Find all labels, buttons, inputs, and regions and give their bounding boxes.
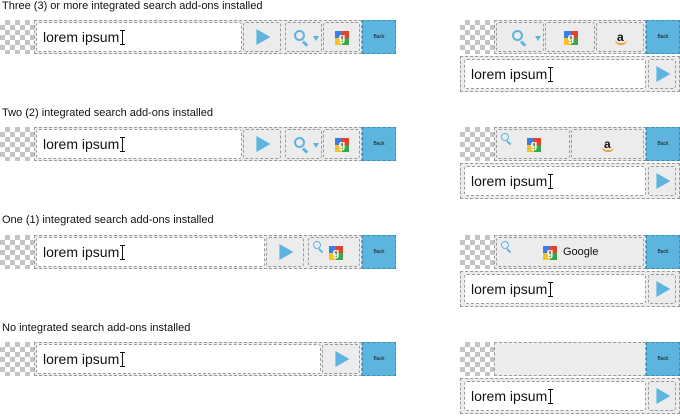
heading-two-addons: Two (2) integrated search add-ons instal… <box>2 107 213 119</box>
text-caret <box>548 67 554 82</box>
play-arrow-icon <box>279 244 294 260</box>
google-addon-button[interactable]: g <box>323 129 360 159</box>
transparent-area <box>0 20 34 54</box>
chevron-down-icon <box>313 36 319 41</box>
magnifier-icon <box>294 137 310 154</box>
go-button[interactable] <box>648 274 676 304</box>
magnifier-icon <box>501 241 512 254</box>
transparent-area <box>460 127 494 161</box>
search-input[interactable]: lorem ipsum <box>464 59 646 89</box>
google-addon-button[interactable]: g <box>496 129 570 159</box>
google-icon: g <box>335 31 349 45</box>
go-button[interactable] <box>243 22 281 52</box>
play-arrow-icon <box>335 351 350 367</box>
search-input[interactable]: lorem ipsum <box>464 274 646 304</box>
back-button[interactable]: Back <box>646 342 680 376</box>
text-caret <box>120 30 126 45</box>
google-icon: g <box>543 246 557 260</box>
magnifier-icon <box>501 133 512 146</box>
google-addon-button[interactable]: g <box>323 22 360 52</box>
search-input[interactable]: lorem ipsum <box>36 22 242 52</box>
search-text: lorem ipsum <box>43 351 120 367</box>
chevron-down-icon <box>313 143 319 148</box>
search-text: lorem ipsum <box>43 244 120 260</box>
transparent-area <box>460 235 494 269</box>
go-button[interactable] <box>266 237 304 267</box>
go-button[interactable] <box>243 129 281 159</box>
transparent-area <box>0 342 34 376</box>
addon-bar-frame <box>494 342 646 376</box>
play-arrow-icon <box>656 66 671 82</box>
magnifier-icon <box>512 30 528 47</box>
search-text: lorem ipsum <box>471 66 548 82</box>
google-icon: g <box>335 138 349 152</box>
search-input[interactable]: lorem ipsum <box>464 166 646 196</box>
chevron-down-icon <box>535 36 541 41</box>
google-icon: g <box>564 31 578 45</box>
search-input[interactable]: lorem ipsum <box>36 344 321 374</box>
text-caret <box>120 137 126 152</box>
search-text: lorem ipsum <box>471 173 548 189</box>
heading-three-addons: Three (3) or more integrated search add-… <box>2 0 263 12</box>
back-button[interactable]: Back <box>362 127 396 161</box>
search-text: lorem ipsum <box>43 136 120 152</box>
text-caret <box>120 352 126 367</box>
text-caret <box>548 389 554 404</box>
transparent-area <box>0 127 34 161</box>
transparent-area <box>460 20 494 54</box>
transparent-area <box>460 342 494 376</box>
back-button[interactable]: Back <box>362 20 396 54</box>
amazon-addon-button[interactable]: a <box>596 22 644 52</box>
transparent-area <box>0 235 34 269</box>
back-button[interactable]: Back <box>646 127 680 161</box>
go-button[interactable] <box>648 166 676 196</box>
search-input[interactable]: lorem ipsum <box>36 237 265 267</box>
google-icon: g <box>527 138 541 152</box>
search-input[interactable]: lorem ipsum <box>464 381 646 411</box>
google-label: Google <box>563 246 599 258</box>
text-caret <box>120 245 126 260</box>
text-caret <box>548 174 554 189</box>
search-input[interactable]: lorem ipsum <box>36 129 242 159</box>
search-engine-dropdown[interactable] <box>285 22 322 52</box>
play-arrow-icon <box>656 388 671 404</box>
go-button[interactable] <box>322 344 360 374</box>
back-button[interactable]: Back <box>646 20 680 54</box>
go-button[interactable] <box>648 381 676 411</box>
heading-no-addons: No integrated search add-ons installed <box>2 322 191 334</box>
back-button[interactable]: Back <box>362 235 396 269</box>
text-caret <box>548 282 554 297</box>
play-arrow-icon <box>256 29 271 45</box>
search-text: lorem ipsum <box>43 29 120 45</box>
back-button[interactable]: Back <box>646 235 680 269</box>
search-text: lorem ipsum <box>471 388 548 404</box>
play-arrow-icon <box>656 281 671 297</box>
amazon-icon: a <box>601 137 615 152</box>
go-button[interactable] <box>648 59 676 89</box>
magnifier-icon <box>294 30 310 47</box>
search-text: lorem ipsum <box>471 281 548 297</box>
play-arrow-icon <box>656 173 671 189</box>
back-button[interactable]: Back <box>362 342 396 376</box>
amazon-icon: a <box>614 30 628 45</box>
amazon-addon-button[interactable]: a <box>571 129 644 159</box>
search-engine-dropdown[interactable] <box>496 22 544 52</box>
play-arrow-icon <box>256 136 271 152</box>
magnifier-icon <box>313 241 324 254</box>
google-icon: g <box>329 246 343 260</box>
google-addon-button[interactable]: g <box>545 22 595 52</box>
heading-one-addon: One (1) integrated search add-ons instal… <box>2 214 214 226</box>
google-addon-button[interactable]: g Google <box>496 237 644 267</box>
search-engine-dropdown[interactable] <box>285 129 322 159</box>
google-addon-button[interactable]: g <box>308 237 360 267</box>
